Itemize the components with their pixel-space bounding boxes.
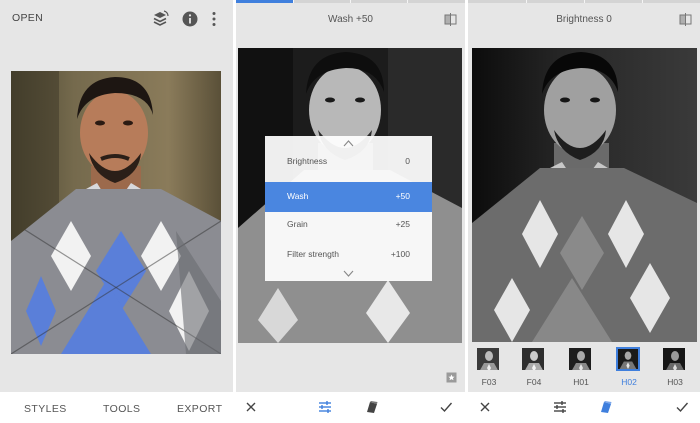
bottom-toolbar: [236, 392, 465, 423]
compare-icon[interactable]: [444, 13, 457, 26]
filter-label: F03: [481, 377, 497, 387]
filter-strip: F03 F04 H01 H02 H03: [468, 344, 700, 392]
more-vertical-icon[interactable]: [208, 10, 220, 28]
filter-thumbnail: [476, 347, 500, 371]
filter-label: H01: [573, 377, 589, 387]
filter-label: F04: [526, 377, 542, 387]
filter-f04[interactable]: F04: [521, 347, 547, 387]
close-icon[interactable]: [478, 400, 492, 414]
adjust-value: +50: [395, 191, 410, 201]
top-bar: OPEN: [0, 0, 233, 38]
styles-icon[interactable]: [599, 400, 613, 414]
tab-tools[interactable]: TOOLS: [103, 403, 140, 415]
adjust-label: Filter strength: [287, 249, 339, 259]
progress-tick: [293, 0, 294, 3]
bottom-nav: STYLES TOOLS EXPORT: [0, 392, 233, 423]
layers-icon[interactable]: [151, 10, 169, 28]
edit-screen-adjust: Wash +50 Brightness 0 Wash +50 Grain +25…: [236, 0, 465, 423]
edit-screen-color: OPEN STYLES TOOLS EXPORT: [0, 0, 233, 423]
close-icon[interactable]: [244, 400, 258, 414]
compare-icon[interactable]: [679, 13, 692, 26]
adjust-grain[interactable]: Grain +25: [265, 210, 432, 240]
filter-label: H03: [667, 377, 683, 387]
adjust-title: Brightness 0: [556, 14, 612, 25]
adjust-sliders-icon[interactable]: [553, 400, 567, 414]
adjust-value: +100: [390, 249, 410, 259]
progress-tick: [350, 0, 351, 3]
filter-thumbnail: [521, 347, 545, 371]
filter-f03[interactable]: F03: [476, 347, 502, 387]
adjust-filter-strength[interactable]: Filter strength +100: [265, 240, 432, 270]
adjustment-menu: Brightness 0 Wash +50 Grain +25 Filter s…: [265, 136, 432, 281]
filter-h03[interactable]: H03: [662, 347, 688, 387]
tab-export[interactable]: EXPORT: [177, 403, 222, 415]
progress-tick: [407, 0, 408, 3]
filter-thumbnail: [616, 347, 640, 371]
edit-screen-filters: Brightness 0 F03 F04 H01 H02 H03: [468, 0, 700, 423]
photo-original: [11, 71, 221, 354]
info-icon[interactable]: [181, 10, 199, 28]
photo-bw-filter: [472, 48, 697, 342]
filter-h01[interactable]: H01: [568, 347, 594, 387]
progress-tick: [526, 0, 527, 3]
adjust-title: Wash +50: [328, 14, 373, 25]
check-icon[interactable]: [675, 400, 689, 414]
bottom-toolbar: [468, 392, 700, 423]
styles-icon[interactable]: [365, 400, 379, 414]
progress-tick: [642, 0, 643, 3]
adjust-value: +25: [395, 219, 410, 229]
filter-thumbnail: [662, 347, 686, 371]
adjust-wash[interactable]: Wash +50: [265, 182, 432, 212]
filter-label: H02: [621, 377, 637, 387]
tab-styles[interactable]: STYLES: [24, 403, 67, 415]
adjust-label: Brightness: [287, 156, 328, 166]
adjust-value: 0: [405, 156, 410, 166]
adjust-brightness[interactable]: Brightness 0: [265, 147, 432, 177]
adjust-label: Grain: [287, 219, 308, 229]
adjust-sliders-icon[interactable]: [318, 400, 332, 414]
bookmark-icon[interactable]: [446, 372, 457, 383]
progress-fill: [236, 0, 294, 3]
progress-tick: [584, 0, 585, 3]
open-button[interactable]: OPEN: [12, 12, 43, 24]
filter-thumbnail: [568, 347, 592, 371]
progress-strip: [236, 0, 465, 3]
filter-h02[interactable]: H02: [616, 347, 642, 387]
check-icon[interactable]: [439, 400, 453, 414]
chevron-down-icon[interactable]: [265, 269, 432, 279]
adjust-label: Wash: [287, 191, 309, 201]
progress-strip: [468, 0, 700, 3]
